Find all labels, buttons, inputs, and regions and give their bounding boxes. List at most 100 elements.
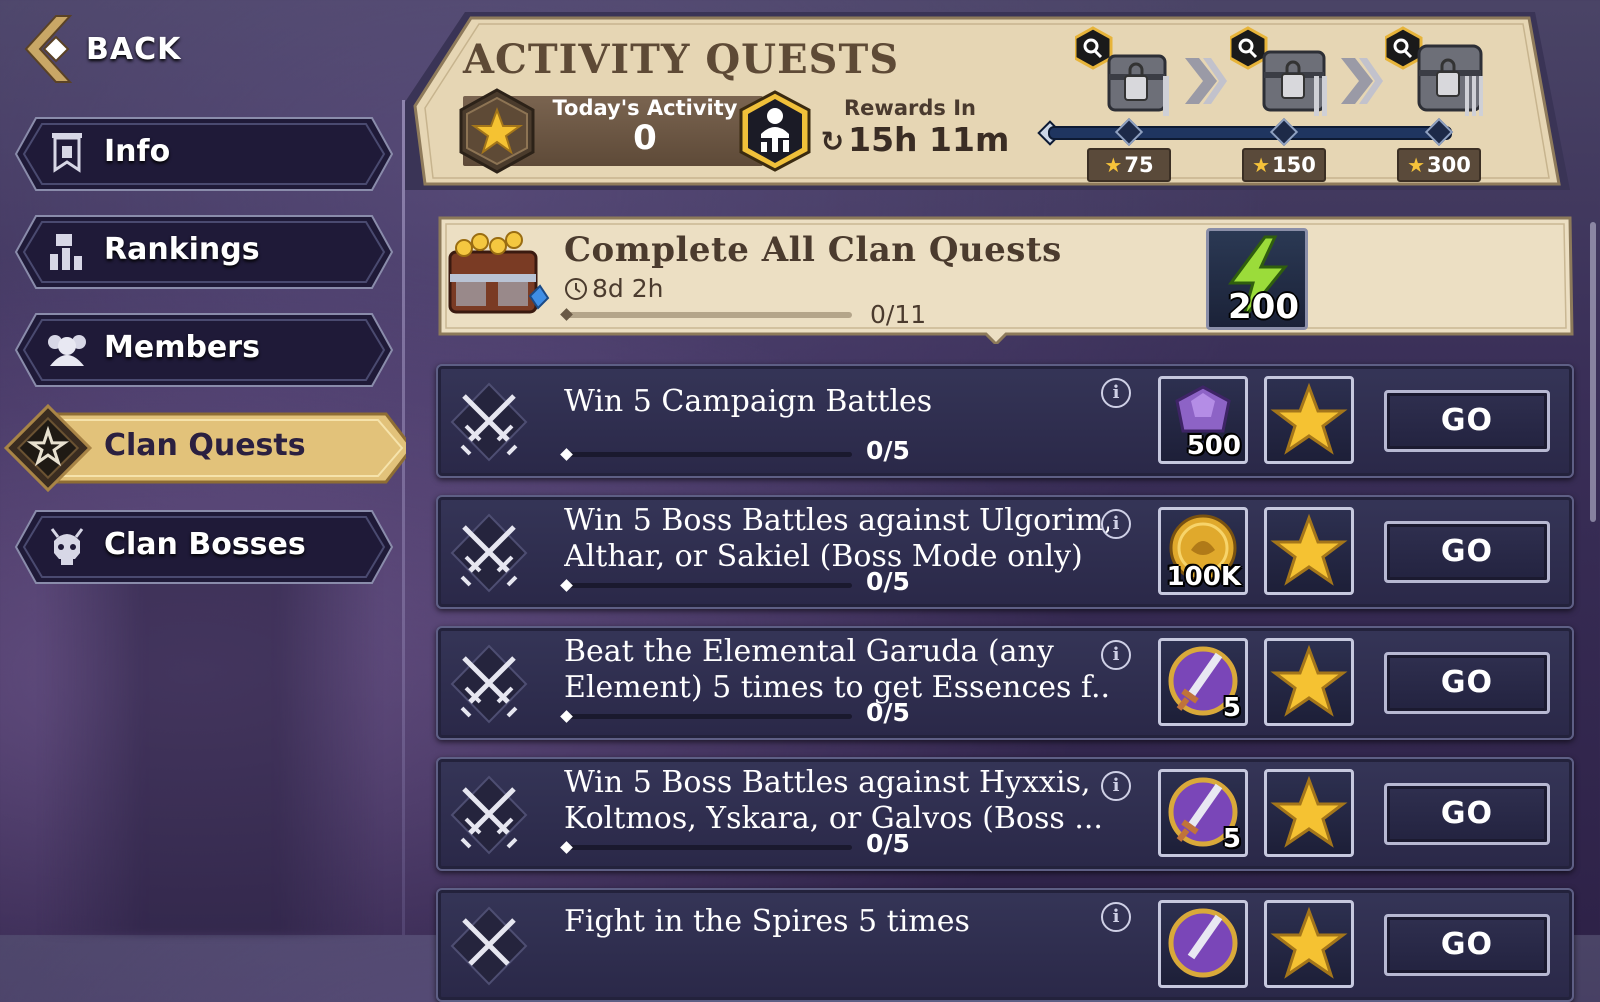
quest-progress-text: 0/5 [866, 829, 910, 858]
page-title: ACTIVITY QUESTS [463, 36, 900, 83]
quest-title: Win 5 Boss Battles against Hyxxis, [564, 765, 1091, 800]
panel-divider [402, 100, 405, 935]
milestone-value: 300 [1427, 153, 1471, 177]
star-icon [1270, 906, 1348, 979]
star-icon: ★ [1252, 153, 1271, 177]
info-icon[interactable]: i [1101, 640, 1131, 670]
go-button[interactable]: GO [1384, 914, 1550, 976]
info-icon[interactable]: i [1101, 902, 1131, 932]
reward-tile[interactable]: 500 [1158, 376, 1248, 464]
rewards-countdown: ↻ 15h 11m [815, 120, 1015, 159]
activity-star-reward-tile[interactable] [1264, 900, 1354, 988]
activity-star-reward-tile[interactable] [1264, 769, 1354, 857]
sword-token-icon [1168, 908, 1238, 978]
sidebar-item-label: Rankings [104, 232, 260, 267]
sidebar-item-clan-quests[interactable]: Clan Quests [3, 403, 406, 493]
quest-progress-text: 0/5 [866, 698, 910, 727]
activity-progress-track [1048, 126, 1452, 140]
sidebar-item-label: Info [104, 134, 171, 169]
sidebar-item-rankings[interactable]: Rankings [14, 214, 394, 290]
back-button[interactable]: BACK [22, 14, 181, 84]
go-button[interactable]: GO [1384, 521, 1550, 583]
reward-amount: 100K [1166, 562, 1241, 592]
featured-quest[interactable]: Complete All Clan Quests 8d 2h 0/11 200 [436, 216, 1574, 344]
banner-icon [52, 133, 82, 173]
star-icon: ★ [1104, 153, 1123, 177]
crossed-swords-icon [450, 513, 528, 593]
star-icon [1270, 513, 1348, 586]
members-icon [48, 335, 86, 366]
star-icon [1270, 644, 1348, 717]
quest-title: Win 5 Campaign Battles [564, 384, 933, 419]
quest-title: Win 5 Boss Battles against Ulgorim, [564, 503, 1109, 538]
reward-tile[interactable] [1158, 900, 1248, 988]
star-icon: ★ [1407, 153, 1426, 177]
crossed-swords-icon [450, 906, 528, 986]
activity-star-reward-tile[interactable] [1264, 376, 1354, 464]
quest-progress-bar [560, 448, 852, 461]
background-pillars [40, 560, 380, 935]
treasure-chest-icon [448, 231, 550, 314]
reward-amount: 500 [1186, 431, 1241, 461]
featured-quest-title: Complete All Clan Quests [564, 230, 1062, 270]
crossed-swords-icon [450, 644, 528, 724]
quest-list-scrollbar[interactable] [1590, 222, 1596, 522]
reward-chest-2[interactable] [1228, 26, 1334, 126]
quest-progress-bar [560, 841, 852, 854]
featured-reward-amount: 200 [1228, 287, 1299, 327]
clock-icon [565, 277, 587, 300]
go-button[interactable]: GO [1384, 783, 1550, 845]
featured-reward-tile[interactable]: 200 [1206, 228, 1308, 330]
reward-chest-3[interactable] [1383, 26, 1489, 126]
quest-row: Win 5 Campaign Battles 0/5 i 500 GO [436, 364, 1574, 478]
activity-star-reward-tile[interactable] [1264, 638, 1354, 726]
rewards-in-label: Rewards In [844, 96, 976, 120]
quest-progress-text: 0/5 [866, 567, 910, 596]
quest-progress-bar [560, 579, 852, 592]
sidebar-item-members[interactable]: Members [14, 312, 394, 388]
progression-arrow-icon [1185, 58, 1227, 104]
reward-tile[interactable]: 5 [1158, 769, 1248, 857]
star-icon [1270, 775, 1348, 848]
quest-row: Beat the Elemental Garuda (any Element) … [436, 626, 1574, 740]
leaderboard-icon[interactable] [737, 90, 813, 172]
reward-amount: 5 [1222, 824, 1241, 854]
quest-progress-bar [560, 710, 852, 723]
quest-row: Win 5 Boss Battles against Ulgorim, Alth… [436, 495, 1574, 609]
quest-title-line2: Koltmos, Yskara, or Galvos (Boss ... [564, 801, 1103, 836]
info-icon[interactable]: i [1101, 509, 1131, 539]
featured-quest-time-value: 8d 2h [592, 274, 664, 303]
clan-star-icon [3, 403, 93, 493]
featured-progress-text: 0/11 [870, 300, 927, 329]
todays-activity-label: Today's Activity [552, 96, 738, 120]
todays-activity-value: 0 [633, 118, 657, 158]
rankings-icon [50, 234, 82, 270]
sidebar-item-clan-bosses[interactable]: Clan Bosses [14, 509, 394, 585]
sidebar-item-info[interactable]: Info [14, 116, 394, 192]
sidebar-item-label: Members [104, 330, 260, 365]
featured-progress-bar [560, 308, 852, 321]
crossed-swords-icon [450, 775, 528, 855]
milestone-badge: ★ 75 [1087, 148, 1171, 182]
info-icon[interactable]: i [1101, 378, 1131, 408]
activity-star-reward-tile[interactable] [1264, 507, 1354, 595]
go-button[interactable]: GO [1384, 652, 1550, 714]
quest-row: Win 5 Boss Battles against Hyxxis, Koltm… [436, 757, 1574, 871]
milestone-badge: ★ 150 [1242, 148, 1326, 182]
sidebar-item-label: Clan Quests [104, 428, 306, 463]
back-label: BACK [86, 31, 182, 67]
crossed-swords-icon [450, 382, 528, 462]
refresh-icon: ↻ [820, 125, 845, 158]
quest-row: Fight in the Spires 5 times i GO [436, 888, 1574, 1002]
go-button[interactable]: GO [1384, 390, 1550, 452]
reward-chest-1[interactable] [1073, 26, 1179, 126]
reward-tile[interactable]: 5 [1158, 638, 1248, 726]
activity-star-icon [459, 88, 535, 174]
info-icon[interactable]: i [1101, 771, 1131, 801]
milestone-value: 75 [1124, 153, 1154, 177]
milestone-value: 150 [1272, 153, 1316, 177]
reward-tile[interactable]: 100K [1158, 507, 1248, 595]
milestone-badge: ★ 300 [1397, 148, 1481, 182]
back-chevron-icon [22, 14, 73, 84]
featured-quest-timer: 8d 2h [564, 274, 663, 303]
